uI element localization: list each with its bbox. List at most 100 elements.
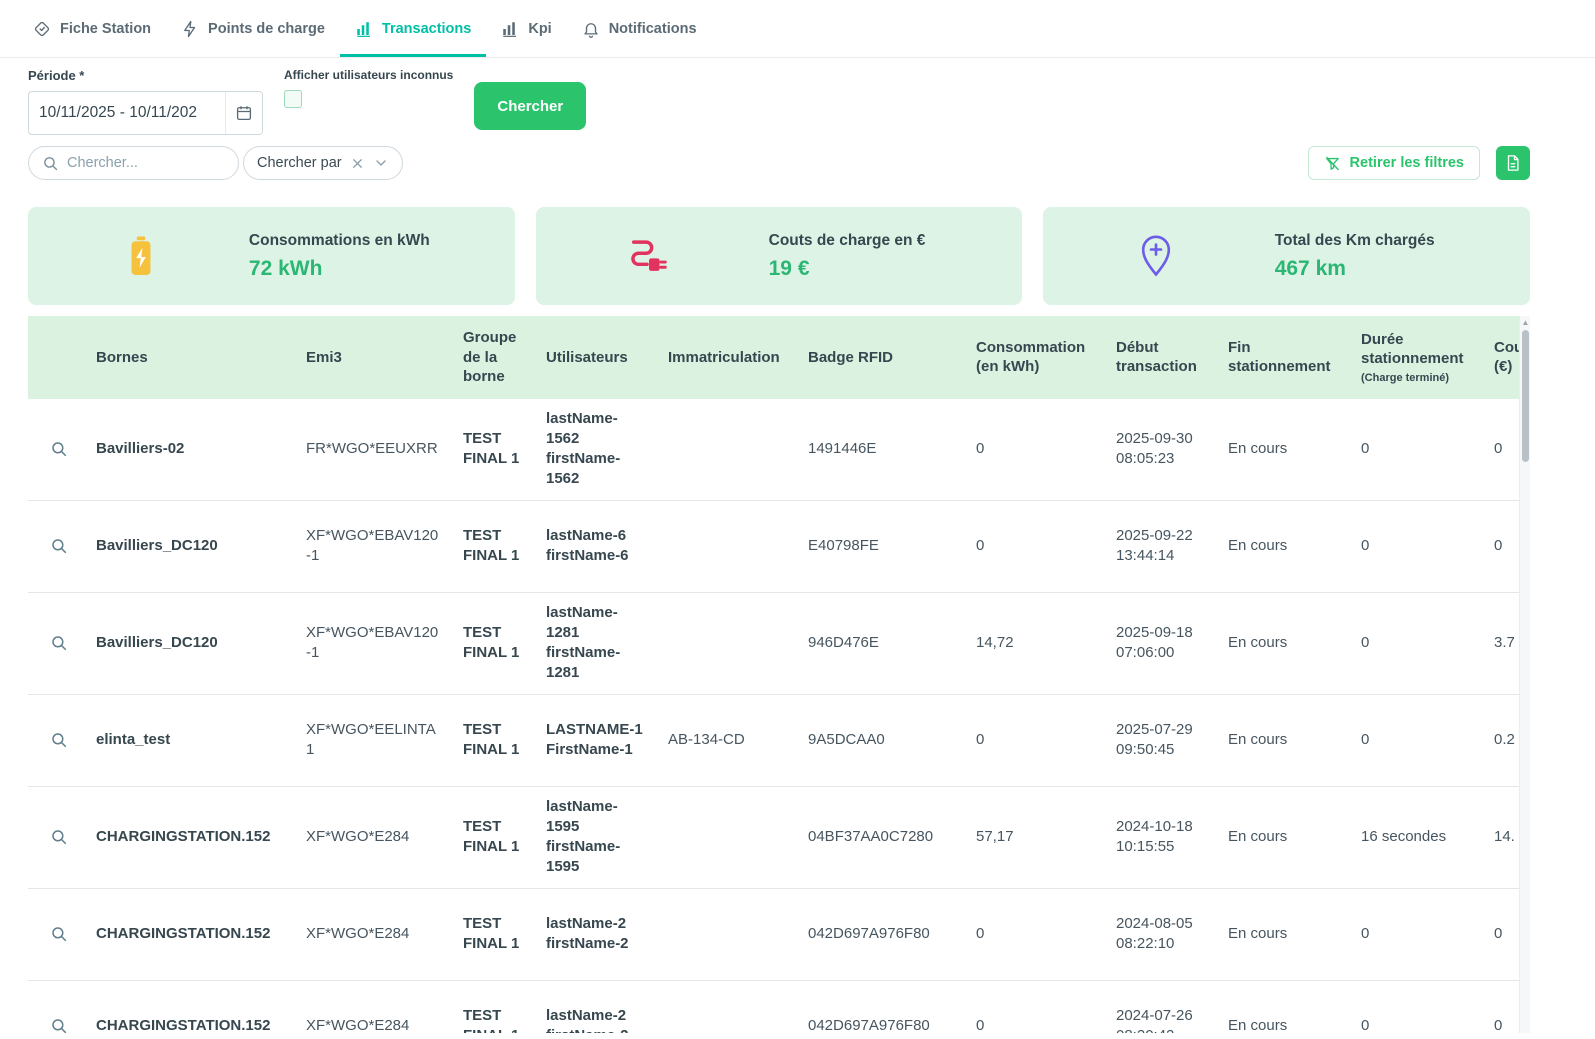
cell-badge-rfid: 946D476E: [800, 592, 968, 694]
card-value: 72 kWh: [249, 257, 430, 281]
cell-consommation: 0: [968, 500, 1108, 592]
search-by-dropdown[interactable]: Chercher par: [243, 146, 403, 180]
file-export-icon: [1504, 154, 1522, 172]
card-title: Couts de charge en €: [769, 232, 926, 250]
cell-badge-rfid: 9A5DCAA0: [800, 694, 968, 786]
cell-utilisateurs: lastName-6 firstName-6: [538, 500, 660, 592]
cell-fin-stationnement: En cours: [1220, 786, 1353, 888]
cell-consommation: 14,72: [968, 592, 1108, 694]
cell-fin-stationnement: En cours: [1220, 980, 1353, 1033]
cell-bornes: Bavilliers_DC120: [88, 500, 298, 592]
table-row: CHARGINGSTATION.152 XF*WGO*E284 TEST FIN…: [28, 786, 1530, 888]
cell-bornes: Bavilliers-02: [88, 399, 298, 501]
cell-consommation: 57,17: [968, 786, 1108, 888]
table-scrollbar[interactable]: ▲: [1519, 316, 1530, 1033]
table-row: Bavilliers-02 FR*WGO*EEUXRR TEST FINAL 1…: [28, 399, 1530, 501]
cell-emi3: XF*WGO*E284: [298, 980, 455, 1033]
bar-chart-icon: [355, 20, 373, 38]
transactions-table: Bornes Emi3 Groupe de la borne Utilisate…: [28, 316, 1530, 1033]
unknown-users-label: Afficher utilisateurs inconnus: [284, 68, 453, 82]
search-input[interactable]: [67, 155, 225, 171]
tab-label: Notifications: [609, 21, 697, 37]
remove-filters-button[interactable]: Retirer les filtres: [1308, 146, 1480, 180]
cell-emi3: XF*WGO*E284: [298, 888, 455, 980]
row-search-icon[interactable]: [36, 440, 68, 458]
clear-icon[interactable]: [350, 156, 365, 171]
card-title: Consommations en kWh: [249, 232, 430, 250]
cell-groupe: TEST FINAL 1: [455, 399, 538, 501]
date-range-input[interactable]: 10/11/2025 - 10/11/202: [28, 91, 263, 135]
cell-groupe: TEST FINAL 1: [455, 500, 538, 592]
cell-utilisateurs: lastName-2 firstName-2: [538, 980, 660, 1033]
scrollbar-thumb[interactable]: [1522, 330, 1529, 462]
cell-fin-stationnement: En cours: [1220, 500, 1353, 592]
col-badge-rfid: Badge RFID: [800, 316, 968, 399]
tab-transactions[interactable]: Transactions: [340, 0, 486, 57]
cell-immatriculation: [660, 980, 800, 1033]
unknown-users-checkbox[interactable]: [284, 90, 302, 108]
cell-groupe: TEST FINAL 1: [455, 592, 538, 694]
row-search-icon[interactable]: [36, 1017, 68, 1033]
cell-badge-rfid: 042D697A976F80: [800, 980, 968, 1033]
card-consommation: Consommations en kWh 72 kWh: [28, 207, 515, 305]
cell-badge-rfid: 042D697A976F80: [800, 888, 968, 980]
cell-immatriculation: [660, 500, 800, 592]
cell-bornes: CHARGINGSTATION.152: [88, 980, 298, 1033]
chevron-down-icon[interactable]: [373, 155, 389, 171]
search-icon: [42, 155, 59, 172]
filter-off-icon: [1324, 155, 1341, 172]
cell-bornes: elinta_test: [88, 694, 298, 786]
cell-consommation: 0: [968, 694, 1108, 786]
col-duree-stationnement: Durée stationnement (Charge terminé): [1353, 316, 1486, 399]
table-row: elinta_test XF*WGO*EELINTA1 TEST FINAL 1…: [28, 694, 1530, 786]
search-field[interactable]: [28, 146, 239, 180]
search-by-label: Chercher par: [257, 155, 342, 171]
cell-debut-transaction: 2025-07-29 09:50:45: [1108, 694, 1220, 786]
bolt-icon: [181, 20, 199, 38]
col-actions: [28, 316, 88, 399]
calendar-icon[interactable]: [225, 92, 262, 134]
bell-icon: [582, 20, 600, 38]
cell-duree-stationnement: 0: [1353, 592, 1486, 694]
cell-fin-stationnement: En cours: [1220, 592, 1353, 694]
cell-consommation: 0: [968, 399, 1108, 501]
row-search-icon[interactable]: [36, 731, 68, 749]
unknown-users-field: Afficher utilisateurs inconnus: [284, 68, 453, 113]
cell-duree-stationnement: 0: [1353, 694, 1486, 786]
cell-fin-stationnement: En cours: [1220, 888, 1353, 980]
cell-debut-transaction: 2025-09-18 07:06:00: [1108, 592, 1220, 694]
cell-duree-stationnement: 0: [1353, 500, 1486, 592]
cell-debut-transaction: 2024-10-18 10:15:55: [1108, 786, 1220, 888]
row-search-icon[interactable]: [36, 634, 68, 652]
cell-debut-transaction: 2024-07-26 08:20:42: [1108, 980, 1220, 1033]
cell-immatriculation: [660, 786, 800, 888]
tab-fiche-station[interactable]: Fiche Station: [18, 0, 166, 57]
row-search-icon[interactable]: [36, 828, 68, 846]
tab-label: Kpi: [528, 21, 551, 37]
summary-cards: Consommations en kWh 72 kWh Couts de cha…: [28, 207, 1530, 305]
row-search-icon[interactable]: [36, 537, 68, 555]
search-row: Chercher par Retirer les filtres: [28, 146, 1530, 180]
cell-consommation: 0: [968, 980, 1108, 1033]
top-tabs: Fiche Station Points de charge Transacti…: [0, 0, 1595, 58]
search-button[interactable]: Chercher: [474, 82, 586, 130]
card-title: Total des Km chargés: [1275, 232, 1435, 250]
tab-label: Fiche Station: [60, 21, 151, 37]
tab-kpi[interactable]: Kpi: [486, 0, 566, 57]
remove-filters-label: Retirer les filtres: [1350, 155, 1464, 171]
tab-notifications[interactable]: Notifications: [567, 0, 712, 57]
battery-icon: [118, 236, 164, 276]
card-couts: Couts de charge en € 19 €: [536, 207, 1023, 305]
periode-label: Période *: [28, 68, 263, 83]
export-button[interactable]: [1496, 146, 1530, 180]
cell-groupe: TEST FINAL 1: [455, 888, 538, 980]
col-emi3: Emi3: [298, 316, 455, 399]
tab-label: Transactions: [382, 21, 471, 37]
location-pin-plus-icon: [1133, 235, 1179, 277]
card-value: 467 km: [1275, 257, 1435, 281]
col-immatriculation: Immatriculation: [660, 316, 800, 399]
row-search-icon[interactable]: [36, 925, 68, 943]
tab-points-de-charge[interactable]: Points de charge: [166, 0, 340, 57]
tab-label: Points de charge: [208, 21, 325, 37]
scrollbar-up-arrow[interactable]: ▲: [1520, 316, 1530, 328]
